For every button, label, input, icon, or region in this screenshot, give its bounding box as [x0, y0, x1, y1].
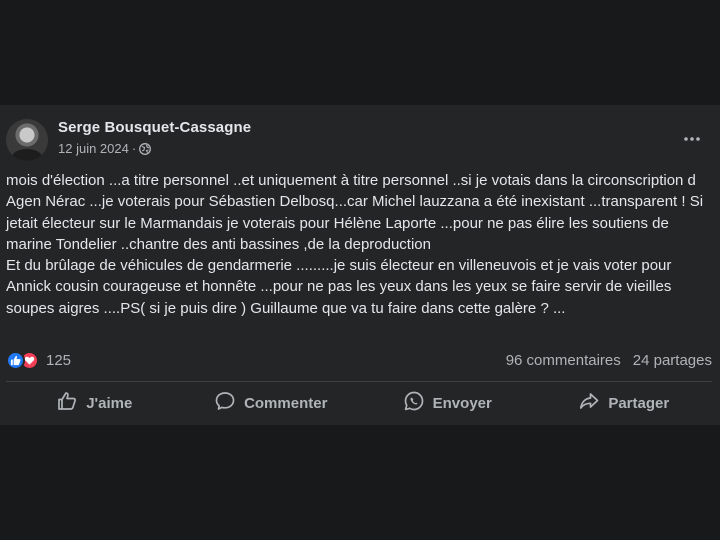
- send-button[interactable]: Envoyer: [359, 387, 536, 419]
- whatsapp-icon: [403, 390, 425, 416]
- post-meta: 12 juin 2024 ·: [58, 141, 152, 156]
- post-body: mois d'élection ...a titre personnel ..e…: [6, 170, 710, 319]
- share-button[interactable]: Partager: [536, 387, 713, 419]
- like-button[interactable]: J'aime: [6, 387, 183, 419]
- send-label: Envoyer: [432, 394, 492, 412]
- divider: [6, 381, 712, 382]
- post-paragraph: Et du brûlage de véhicules de gendarmeri…: [6, 257, 672, 317]
- like-label: J'aime: [86, 394, 133, 412]
- share-label: Partager: [608, 394, 670, 412]
- comments-count[interactable]: 96 commentaires: [506, 352, 621, 369]
- comment-icon: [214, 390, 236, 416]
- post-card: Serge Bousquet-Cassagne 12 juin 2024 · m…: [0, 105, 720, 425]
- globe-icon: [139, 142, 152, 155]
- more-options-icon[interactable]: [674, 121, 710, 157]
- post-header: Serge Bousquet-Cassagne 12 juin 2024 ·: [6, 115, 714, 163]
- comment-button[interactable]: Commenter: [183, 387, 360, 419]
- action-bar: J'aime Commenter Envoyer Partager: [6, 387, 712, 419]
- like-icon: [6, 351, 25, 370]
- comment-label: Commenter: [244, 394, 328, 412]
- shares-count[interactable]: 24 partages: [633, 352, 712, 369]
- post-stats: 125 96 commentaires 24 partages: [6, 349, 712, 373]
- author-name[interactable]: Serge Bousquet-Cassagne: [58, 119, 251, 136]
- author-avatar[interactable]: [6, 119, 48, 161]
- post-date[interactable]: 12 juin 2024: [58, 141, 129, 156]
- meta-separator: ·: [131, 141, 137, 156]
- reaction-count: 125: [46, 352, 72, 369]
- post-paragraph: mois d'élection ...a titre personnel ..e…: [6, 172, 704, 253]
- engagement-counts: 96 commentaires 24 partages: [506, 352, 712, 369]
- thumbs-up-icon: [56, 390, 78, 416]
- reactions-summary[interactable]: 125: [6, 351, 71, 370]
- share-icon: [578, 390, 600, 416]
